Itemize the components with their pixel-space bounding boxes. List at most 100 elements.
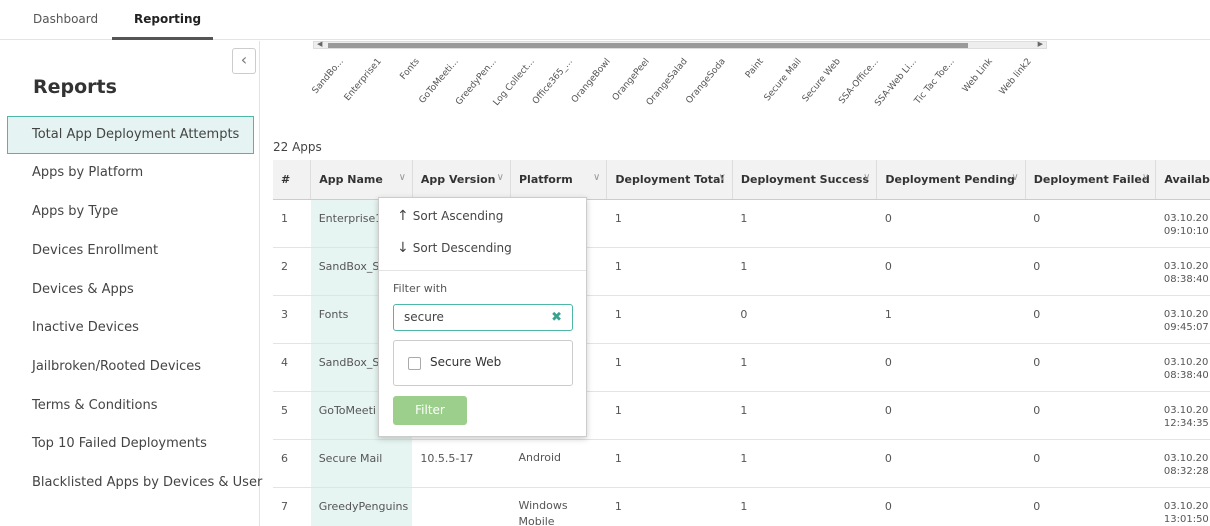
sidebar-item-jailbroken-rooted-devices[interactable]: Jailbroken/Rooted Devices xyxy=(0,348,260,386)
filter-input-value: secure xyxy=(404,310,444,324)
divider xyxy=(379,270,586,271)
available-cell: 03.10.20 09:45:07 xyxy=(1155,295,1210,344)
tab-reporting[interactable]: Reporting xyxy=(134,12,201,26)
available-time: 12:34:35 xyxy=(1163,417,1209,429)
secure-web-checkbox[interactable] xyxy=(408,357,421,370)
chevron-down-icon[interactable]: ∨ xyxy=(1142,172,1149,183)
deployment-pending-cell: 1 xyxy=(876,295,1026,344)
deployment-pending-cell: 0 xyxy=(876,343,1026,392)
active-tab-indicator xyxy=(112,37,213,40)
deployment-total-cell: 1 xyxy=(606,295,733,344)
scroll-left-icon[interactable]: ◀ xyxy=(317,40,322,48)
column-header-available[interactable]: Availab xyxy=(1155,160,1210,200)
table-row[interactable]: 6 Secure Mail 10.5.5-17 Android 1 1 0 0 03.10.20… xyxy=(273,439,1210,488)
top-navigation: Dashboard Reporting xyxy=(0,0,1210,40)
clear-icon[interactable]: ✖ xyxy=(551,305,562,330)
chevron-down-icon[interactable]: ∨ xyxy=(1011,172,1018,183)
available-date: 03.10.20 xyxy=(1163,500,1209,512)
sort-descending-option[interactable]: ↓ Sort Descending xyxy=(397,240,512,256)
row-number: 2 xyxy=(273,247,311,296)
sort-ascending-option[interactable]: ↑ Sort Ascending xyxy=(397,208,503,224)
app-name-cell: GreedyPenguins xyxy=(310,487,413,526)
deployment-failed-cell: 0 xyxy=(1025,199,1156,248)
row-number: 3 xyxy=(273,295,311,344)
column-header-deployment-failed[interactable]: Deployment Failed ∨ xyxy=(1025,160,1157,200)
column-header-label: Deployment Success xyxy=(740,172,870,186)
filter-options-list: Secure Web xyxy=(393,340,573,386)
row-number: 5 xyxy=(273,391,311,440)
filter-button[interactable]: Filter xyxy=(393,396,467,425)
sidebar-item-total-app-deployment-attempts[interactable]: Total App Deployment Attempts xyxy=(7,116,254,154)
app-name-cell: Secure Mail xyxy=(310,439,413,488)
column-header-label: App Version xyxy=(420,172,496,186)
available-cell: 03.10.20 08:32:28 xyxy=(1155,439,1210,488)
available-date: 03.10.20 xyxy=(1163,356,1209,368)
platform-cell: Android xyxy=(510,439,607,488)
sidebar-item-terms-and-conditions[interactable]: Terms & Conditions xyxy=(0,387,260,425)
sidebar-title: Reports xyxy=(33,76,117,98)
deployment-total-cell: 1 xyxy=(606,391,733,440)
column-filter-popover: ↑ Sort Ascending ↓ Sort Descending Filter … xyxy=(378,197,587,437)
deployment-failed-cell: 0 xyxy=(1025,343,1156,392)
deployment-failed-cell: 0 xyxy=(1025,487,1156,526)
chevron-down-icon[interactable]: ∨ xyxy=(593,172,600,183)
deployment-success-cell: 1 xyxy=(732,343,877,392)
tab-dashboard[interactable]: Dashboard xyxy=(33,12,98,26)
chevron-down-icon[interactable]: ∨ xyxy=(719,172,726,183)
app-version-cell: 10.5.5-17 xyxy=(412,439,511,488)
deployment-total-cell: 1 xyxy=(606,439,733,488)
column-header-app-name[interactable]: App Name ∨ xyxy=(310,160,413,200)
chart-scrollbar[interactable]: ◀ ▶ xyxy=(313,40,1047,49)
sidebar-item-devices-and-apps[interactable]: Devices & Apps xyxy=(0,271,260,309)
collapse-sidebar-button[interactable]: ‹ xyxy=(232,48,256,74)
chevron-down-icon[interactable]: ∨ xyxy=(863,172,870,183)
sidebar-item-devices-enrollment[interactable]: Devices Enrollment xyxy=(0,232,260,270)
available-time: 13:01:50 xyxy=(1163,513,1209,525)
chevron-down-icon[interactable]: ∨ xyxy=(497,172,504,183)
filter-input[interactable]: secure ✖ xyxy=(393,304,573,331)
column-header-app-version[interactable]: App Version ∨ xyxy=(412,160,511,200)
column-header-deployment-success[interactable]: Deployment Success ∨ xyxy=(732,160,878,200)
available-date: 03.10.20 xyxy=(1163,212,1209,224)
sidebar-item-inactive-devices[interactable]: Inactive Devices xyxy=(0,309,260,347)
filter-with-label: Filter with xyxy=(393,282,448,295)
chevron-down-icon[interactable]: ∨ xyxy=(399,172,406,183)
deployment-failed-cell: 0 xyxy=(1025,391,1156,440)
row-number: 4 xyxy=(273,343,311,392)
deployment-total-cell: 1 xyxy=(606,247,733,296)
table-row[interactable]: 7 GreedyPenguins Windows Mobile 1 1 0 0 03.10.2… xyxy=(273,487,1210,526)
arrow-up-icon: ↑ xyxy=(397,208,409,224)
column-header-deployment-total[interactable]: Deployment Total ∨ xyxy=(606,160,733,200)
column-header-deployment-pending[interactable]: Deployment Pending ∨ xyxy=(876,160,1026,200)
column-header-number[interactable]: # xyxy=(273,160,312,200)
column-header-platform[interactable]: Platform ∨ xyxy=(510,160,608,200)
deployment-success-cell: 1 xyxy=(732,247,877,296)
sidebar-item-apps-by-type[interactable]: Apps by Type xyxy=(0,193,260,231)
column-header-label: Deployment Total xyxy=(615,172,725,186)
available-cell: 03.10.20 08:38:40 xyxy=(1155,343,1210,392)
deployment-failed-cell: 0 xyxy=(1025,247,1156,296)
deployment-pending-cell: 0 xyxy=(876,487,1026,526)
deployment-success-cell: 1 xyxy=(732,487,877,526)
sidebar-item-blacklisted-apps[interactable]: Blacklisted Apps by Devices & User xyxy=(0,464,262,502)
secure-web-option-label[interactable]: Secure Web xyxy=(430,355,501,369)
row-number: 6 xyxy=(273,439,311,488)
deployment-success-cell: 1 xyxy=(732,439,877,488)
scroll-right-icon[interactable]: ▶ xyxy=(1038,40,1043,48)
scrollbar-thumb[interactable] xyxy=(328,43,968,48)
column-header-label: Platform xyxy=(518,172,573,186)
deployment-pending-cell: 0 xyxy=(876,247,1026,296)
sidebar-item-top-10-failed-deployments[interactable]: Top 10 Failed Deployments xyxy=(0,425,260,463)
sidebar-item-apps-by-platform[interactable]: Apps by Platform xyxy=(0,154,260,192)
available-cell: 03.10.20 12:34:35 xyxy=(1155,391,1210,440)
available-date: 03.10.20 xyxy=(1163,404,1209,416)
sort-ascending-label: Sort Ascending xyxy=(412,209,504,223)
deployment-pending-cell: 0 xyxy=(876,391,1026,440)
row-number: 7 xyxy=(273,487,311,526)
deployment-pending-cell: 0 xyxy=(876,199,1026,248)
available-cell: 03.10.20 08:38:40 xyxy=(1155,247,1210,296)
available-time: 09:45:07 xyxy=(1163,321,1209,333)
platform-cell: Windows Mobile xyxy=(510,487,607,526)
deployment-success-cell: 1 xyxy=(732,199,877,248)
available-time: 08:38:40 xyxy=(1163,273,1209,285)
